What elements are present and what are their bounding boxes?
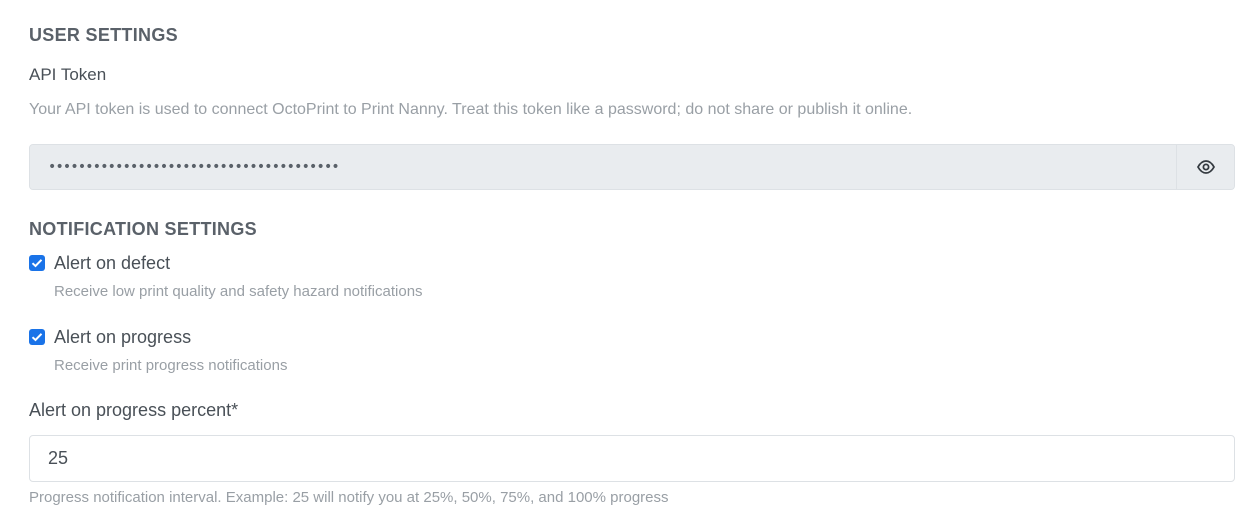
progress-percent-input[interactable] <box>29 435 1235 482</box>
alert-defect-help: Receive low print quality and safety haz… <box>54 283 423 300</box>
api-token-help: Your API token is used to connect OctoPr… <box>29 101 913 118</box>
api-token-group <box>29 144 1235 190</box>
alert-defect-row: Alert on defect <box>29 252 170 274</box>
alert-defect-label[interactable]: Alert on defect <box>54 253 170 274</box>
alert-progress-row: Alert on progress <box>29 326 191 348</box>
settings-page: USER SETTINGS API Token Your API token i… <box>0 0 1246 523</box>
alert-progress-label[interactable]: Alert on progress <box>54 327 191 348</box>
checkmark-icon <box>31 259 43 268</box>
eye-icon <box>1196 160 1215 174</box>
alert-progress-help: Receive print progress notifications <box>54 357 288 374</box>
toggle-token-visibility-button[interactable] <box>1176 145 1234 189</box>
api-token-input[interactable] <box>30 145 1176 189</box>
user-settings-heading: USER SETTINGS <box>29 25 178 45</box>
progress-percent-label: Alert on progress percent* <box>29 400 239 420</box>
notification-settings-heading: NOTIFICATION SETTINGS <box>29 219 257 239</box>
api-token-label: API Token <box>29 65 107 84</box>
progress-percent-help: Progress notification interval. Example:… <box>29 489 669 506</box>
alert-defect-checkbox[interactable] <box>29 255 45 271</box>
checkmark-icon <box>31 333 43 342</box>
alert-progress-checkbox[interactable] <box>29 329 45 345</box>
